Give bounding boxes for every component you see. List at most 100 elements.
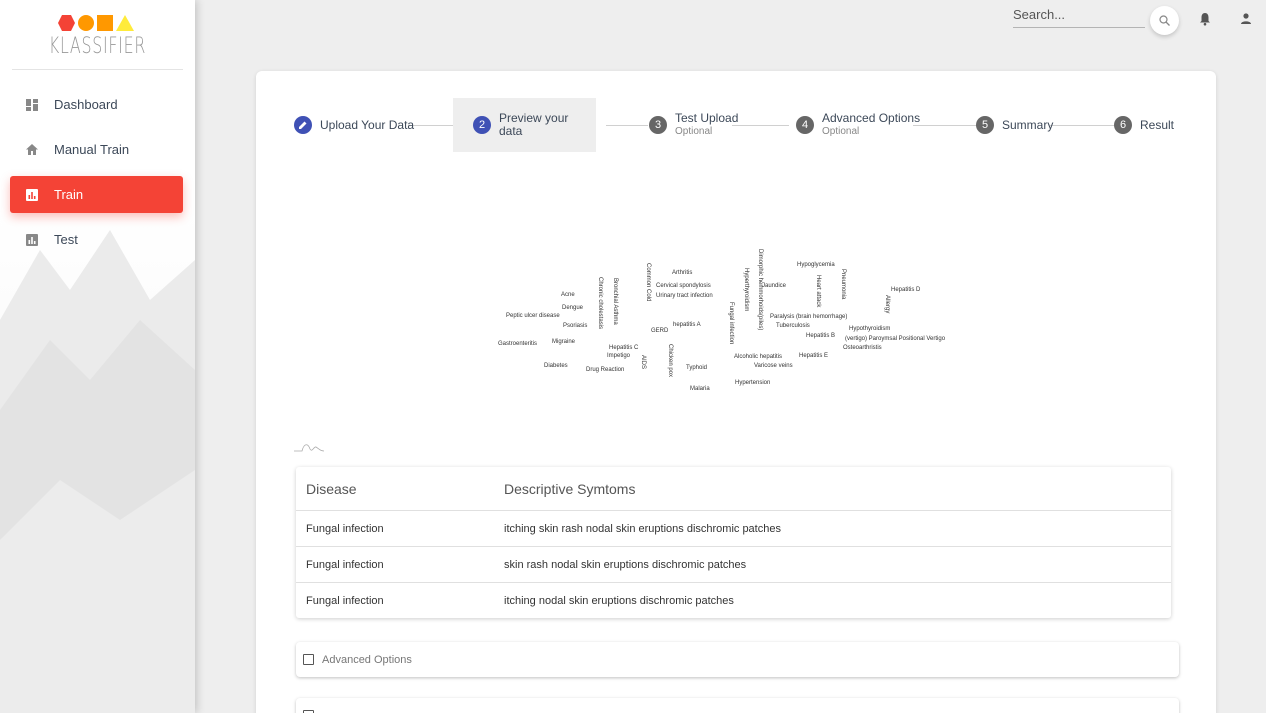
step-number: 3 <box>649 116 667 134</box>
word-cloud-word: Allergy <box>884 295 890 314</box>
word-cloud-word: Hepatitis D <box>891 287 921 293</box>
sidebar-item-train[interactable]: Train <box>10 176 183 213</box>
word-cloud-word: Typhoid <box>686 365 708 371</box>
loading-squiggle-icon <box>294 444 324 452</box>
step-optional-label: Optional <box>822 126 860 137</box>
word-cloud-word: Tuberculosis <box>776 323 810 329</box>
step-test-upload[interactable]: 3 Test Upload Optional <box>649 98 738 152</box>
step-connector <box>913 125 977 126</box>
logo-shapes-icon <box>57 15 134 31</box>
step-connector <box>1050 125 1114 126</box>
word-cloud-word: Hepatitis B <box>806 333 836 339</box>
word-cloud-word: Hyperthyroidism <box>743 268 749 312</box>
step-connector <box>732 125 789 126</box>
word-cloud-word: Psoriasis <box>563 323 588 329</box>
train-wizard-card: Upload Your Data 2 Preview your data 3 T… <box>256 71 1216 713</box>
table-header-cell: Disease <box>306 480 357 497</box>
word-cloud-word: Common Cold <box>645 263 651 302</box>
collapsed-panel[interactable] <box>296 698 1179 713</box>
step-connector <box>408 125 458 126</box>
sidebar-item-label: Manual Train <box>54 142 130 157</box>
sidebar-item-dashboard[interactable]: Dashboard <box>10 86 183 123</box>
sidebar: KLASSIFIER Dashboard Manual Train Train <box>0 0 195 713</box>
brand-logo[interactable]: KLASSIFIER <box>0 12 195 59</box>
word-cloud-word: Drug Reaction <box>586 367 625 373</box>
word-cloud-word: Jaundice <box>762 283 787 289</box>
data-preview-table: Disease Descriptive Symtoms Fungal infec… <box>296 467 1171 618</box>
edit-pencil-icon <box>294 116 312 134</box>
step-summary[interactable]: 5 Summary <box>976 98 1053 152</box>
word-cloud-word: Osteoarthristis <box>843 345 882 351</box>
table-row: Fungal infection itching skin rash nodal… <box>296 510 1171 546</box>
step-label: Summary <box>1002 117 1054 132</box>
dashboard-icon <box>26 98 38 111</box>
word-cloud-word: Hypoglycemia <box>797 262 835 268</box>
disease-word-cloud: Arthritis Cervical spondylosis Urinary t… <box>256 241 1216 401</box>
table-cell: itching nodal skin eruptions dischromic … <box>504 594 734 607</box>
word-cloud-word: GERD <box>651 328 669 334</box>
step-upload-your-data[interactable]: Upload Your Data <box>294 98 414 152</box>
sidebar-item-label: Dashboard <box>54 97 118 112</box>
table-cell: itching skin rash nodal skin eruptions d… <box>504 522 781 535</box>
step-number: 5 <box>976 116 994 134</box>
word-cloud-word: (vertigo) Paroymsal Positional Vertigo <box>845 336 946 342</box>
brand-name: KLASSIFIER <box>48 34 147 59</box>
word-cloud-word: Chronic cholestasis <box>597 277 603 330</box>
advanced-options-checkbox[interactable] <box>303 654 314 665</box>
sidebar-item-test[interactable]: Test <box>10 221 183 258</box>
table-cell: Fungal infection <box>306 522 384 535</box>
sidebar-nav: Dashboard Manual Train Train Test <box>10 86 183 266</box>
word-cloud-word: Hypertension <box>735 380 771 386</box>
stepper: Upload Your Data 2 Preview your data 3 T… <box>256 71 1216 171</box>
word-cloud-word: Urinary tract infection <box>656 293 713 299</box>
logo-divider <box>12 69 183 70</box>
logo-shapes <box>0 12 195 32</box>
word-cloud-word: Gastroenteritis <box>498 341 538 347</box>
search-input[interactable] <box>1013 7 1145 22</box>
word-cloud-word: Chicken pox <box>667 344 673 378</box>
user-account-icon[interactable] <box>1240 12 1252 26</box>
step-number: 4 <box>796 116 814 134</box>
table-cell: Fungal infection <box>306 594 384 607</box>
step-result[interactable]: 6 Result <box>1114 98 1174 152</box>
step-advanced-options[interactable]: 4 Advanced Options Optional <box>796 98 920 152</box>
word-cloud-word: Hepatitis E <box>799 353 829 359</box>
notifications-bell-icon[interactable] <box>1199 12 1211 26</box>
step-preview-your-data[interactable]: 2 Preview your data <box>453 98 596 152</box>
sidebar-item-manual-train[interactable]: Manual Train <box>10 131 183 168</box>
word-cloud-word: AIDS <box>640 355 646 370</box>
table-header-cell: Descriptive Symtoms <box>504 480 636 497</box>
word-cloud-word: Malaria <box>690 386 710 392</box>
word-cloud-word: Heart attack <box>815 275 821 308</box>
advanced-options-label: Advanced Options <box>322 653 412 666</box>
step-connector <box>606 125 648 126</box>
bar-chart-icon <box>26 233 38 246</box>
advanced-options-panel[interactable]: Advanced Options <box>296 642 1179 677</box>
search-icon <box>1159 15 1170 26</box>
step-label: Test Upload <box>675 111 739 125</box>
word-cloud-word: Peptic ulcer disease <box>506 313 560 319</box>
word-cloud-word: Varicose veins <box>754 363 793 369</box>
mountain-background-image <box>0 210 195 713</box>
table-row: Fungal infection itching nodal skin erup… <box>296 582 1171 618</box>
word-cloud-word: Bronchial Asthma <box>612 278 618 325</box>
step-label: Upload Your Data <box>320 117 415 132</box>
step-label: Result <box>1140 117 1175 132</box>
sidebar-item-label: Test <box>54 232 78 247</box>
word-cloud-word: Diabetes <box>544 363 568 369</box>
table-header-row: Disease Descriptive Symtoms <box>296 467 1171 510</box>
word-cloud-word: Alcoholic hepatitis <box>734 354 783 360</box>
word-cloud-word: Migraine <box>552 339 576 345</box>
search-field <box>1013 6 1145 28</box>
word-cloud-word: Pneumonia <box>840 269 846 300</box>
table-cell: Fungal infection <box>306 558 384 571</box>
word-cloud-word: hepatitis A <box>673 322 701 328</box>
table-row: Fungal infection skin rash nodal skin er… <box>296 546 1171 582</box>
step-label: Preview your data <box>499 111 569 138</box>
table-cell: skin rash nodal skin eruptions dischromi… <box>504 558 747 571</box>
word-cloud-word: Paralysis (brain hemorrhage) <box>770 314 848 320</box>
home-icon <box>26 144 38 156</box>
search-button[interactable] <box>1150 6 1179 35</box>
word-cloud-word: Dengue <box>562 305 584 311</box>
word-cloud-word: Hypothyroidism <box>849 326 891 332</box>
